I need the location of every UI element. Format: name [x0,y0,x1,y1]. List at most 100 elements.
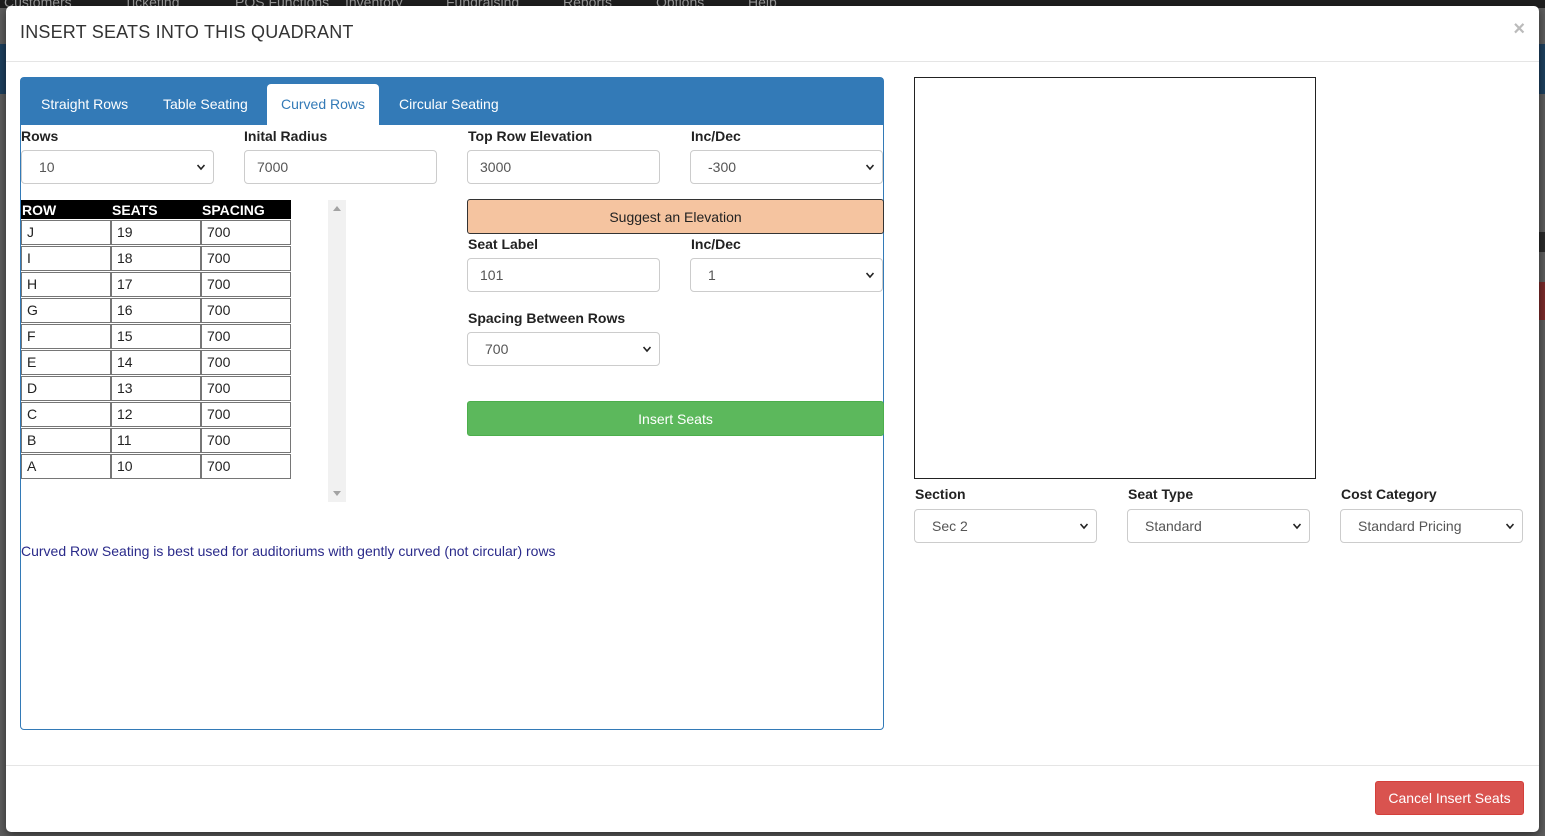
table-cell [111,375,201,401]
tab-table-seating[interactable]: Table Seating [149,84,262,125]
table-cell [201,375,291,401]
table-row [21,271,291,297]
chevron-down-icon [1506,523,1514,530]
tab-bar: Straight Rows Table Seating Curved Rows … [21,78,883,125]
chevron-down-icon [866,272,874,279]
table-cell [21,219,111,245]
row-cell-input[interactable] [21,349,111,375]
row-cell-input[interactable] [21,427,111,453]
chevron-down-icon [643,346,651,353]
seats-cell-input[interactable] [111,401,201,427]
help-text: Curved Row Seating is best used for audi… [21,543,556,559]
tab-straight-rows[interactable]: Straight Rows [27,84,142,125]
scroll-down-icon[interactable] [333,491,341,496]
table-row [21,375,291,401]
row-cell-input[interactable] [21,453,111,479]
seats-cell-input[interactable] [111,219,201,245]
seat-label-input[interactable] [467,258,660,292]
seat-type-select-value: Standard [1145,518,1202,534]
cancel-insert-seats-button[interactable]: Cancel Insert Seats [1375,781,1524,815]
seats-cell-input[interactable] [111,349,201,375]
table-cell [201,219,291,245]
table-row [21,323,291,349]
row-cell-input[interactable] [21,245,111,271]
table-row [21,297,291,323]
chevron-down-icon [1080,523,1088,530]
rows-select-value: 10 [39,159,55,175]
spacing-cell-input[interactable] [201,219,291,245]
modal-footer: Cancel Insert Seats [6,765,1539,832]
chevron-down-icon [866,164,874,171]
seats-column-header: SEATS [111,200,201,219]
spacing-cell-input[interactable] [201,245,291,271]
spacing-cell-input[interactable] [201,297,291,323]
spacing-cell-input[interactable] [201,453,291,479]
cost-category-label: Cost Category [1341,486,1437,502]
scroll-up-icon[interactable] [333,206,341,211]
table-cell [21,245,111,271]
elevation-incdec-select[interactable]: -300 [690,150,883,184]
insert-seats-modal: INSERT SEATS INTO THIS QUADRANT × Straig… [6,6,1539,836]
row-cell-input[interactable] [21,297,111,323]
row-column-header: ROW [21,200,111,219]
table-row [21,453,291,479]
table-cell [111,245,201,271]
insert-seats-button[interactable]: Insert Seats [467,401,884,436]
rows-select[interactable]: 10 [21,150,214,184]
cost-category-select[interactable]: Standard Pricing [1340,509,1523,543]
row-cell-input[interactable] [21,323,111,349]
table-cell [21,427,111,453]
table-cell [201,323,291,349]
table-cell [201,453,291,479]
seat-type-select[interactable]: Standard [1127,509,1310,543]
table-row [21,401,291,427]
elevation-incdec-label: Inc/Dec [691,128,741,144]
cost-category-select-value: Standard Pricing [1358,518,1462,534]
table-cell [21,375,111,401]
table-cell [111,349,201,375]
spacing-cell-input[interactable] [201,271,291,297]
tab-circular-seating[interactable]: Circular Seating [385,84,513,125]
seats-cell-input[interactable] [111,427,201,453]
seat-type-label: Seat Type [1128,486,1194,502]
section-select[interactable]: Sec 2 [914,509,1097,543]
seats-cell-input[interactable] [111,297,201,323]
spacing-column-header: SPACING [201,200,291,219]
seats-cell-input[interactable] [111,245,201,271]
row-table-scrollbar[interactable] [328,200,346,502]
tab-curved-rows[interactable]: Curved Rows [267,84,380,125]
table-cell [21,297,111,323]
seats-cell-input[interactable] [111,271,201,297]
close-icon[interactable]: × [1513,18,1525,41]
row-cell-input[interactable] [21,375,111,401]
seats-cell-input[interactable] [111,453,201,479]
elevation-incdec-value: -300 [708,159,737,175]
table-cell [21,453,111,479]
chevron-down-icon [1293,523,1301,530]
row-cell-input[interactable] [21,271,111,297]
table-cell [111,401,201,427]
seats-cell-input[interactable] [111,323,201,349]
spacing-cell-input[interactable] [201,427,291,453]
rows-label: Rows [21,128,59,144]
row-cell-input[interactable] [21,219,111,245]
seat-incdec-select[interactable]: 1 [690,258,883,292]
row-table: ROW SEATS SPACING [21,200,291,479]
suggest-elevation-button[interactable]: Suggest an Elevation [467,199,884,234]
top-row-elevation-input[interactable] [467,150,660,184]
spacing-cell-input[interactable] [201,349,291,375]
seats-cell-input[interactable] [111,375,201,401]
table-row [21,349,291,375]
spacing-cell-input[interactable] [201,375,291,401]
table-row [21,219,291,245]
top-row-elevation-label: Top Row Elevation [468,128,593,144]
spacing-between-rows-select[interactable]: 700 [467,332,660,366]
spacing-cell-input[interactable] [201,401,291,427]
initial-radius-input[interactable] [244,150,437,184]
spacing-between-rows-value: 700 [485,341,509,357]
spacing-between-rows-label: Spacing Between Rows [468,310,626,326]
spacing-cell-input[interactable] [201,323,291,349]
row-cell-input[interactable] [21,401,111,427]
table-cell [111,271,201,297]
table-row [21,427,291,453]
